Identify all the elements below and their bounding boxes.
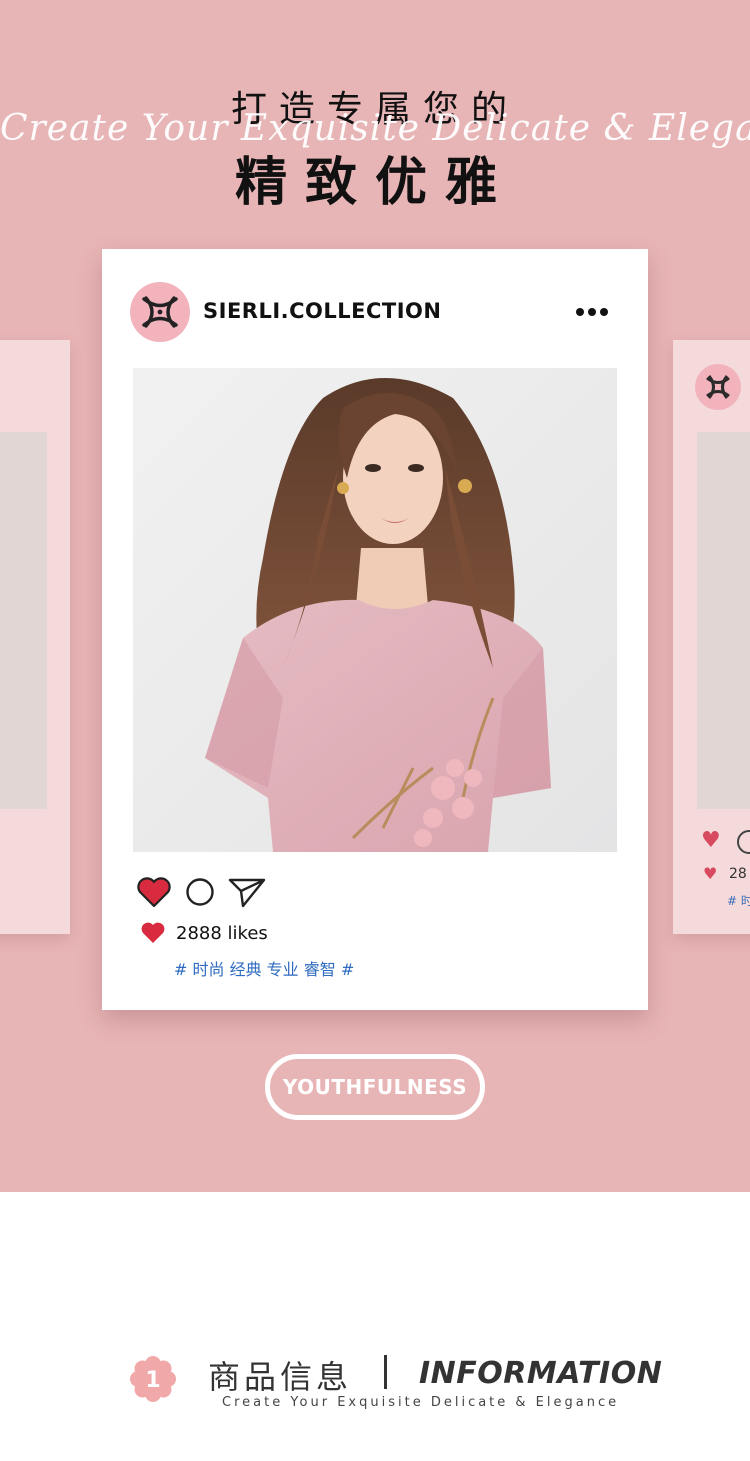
ghost-hashtags: # 时 [727,894,750,908]
heart-icon: ♥ [703,864,718,883]
ghost-card-photo [697,432,750,809]
hero-banner: 打造专属您的 Create Your Exquisite Delicate & … [0,0,750,1192]
comment-icon[interactable] [185,877,215,907]
post-photo [133,368,617,852]
info-title-cn: 商品信息 [208,1358,353,1396]
account-handle[interactable]: SIERLI.COLLECTION [203,299,441,323]
info-title-en: INFORMATION [419,1356,663,1391]
page: 打造专属您的 Create Your Exquisite Delicate & … [0,0,750,1461]
like-heart-icon[interactable] [136,875,172,909]
more-dots-icon[interactable] [576,301,616,321]
hero-title-line2: 精致优雅 [234,153,515,213]
comment-icon [737,830,750,854]
info-subtitle: Create Your Exquisite Delicate & Eleganc… [222,1395,620,1410]
post-card: SIERLI.COLLECTION 2888 likes # 时尚 经典 专业 … [102,249,648,1010]
flower-number-badge-icon: 1 [130,1356,176,1402]
ghost-card-right: ♥ ♥ 28 # 时 [673,340,750,934]
brand-logo-icon [142,296,178,328]
brand-logo-icon [706,375,730,399]
youthfulness-button[interactable]: YOUTHFULNESS [265,1054,485,1120]
badge-number: 1 [145,1368,160,1393]
share-send-icon[interactable] [227,875,267,909]
ghost-card-left [0,340,70,934]
ghost-likes-text: 28 [729,866,747,882]
heart-icon: ♥ [701,828,721,853]
likes-count: 2888 likes [176,923,268,944]
post-hashtags[interactable]: # 时尚 经典 专业 睿智 # [174,956,354,980]
model-photo-image [133,368,617,852]
ghost-avatar [695,364,741,410]
ghost-card-photo [0,432,47,809]
likes-heart-icon [141,922,165,943]
avatar[interactable] [130,282,190,342]
info-divider [384,1355,387,1389]
